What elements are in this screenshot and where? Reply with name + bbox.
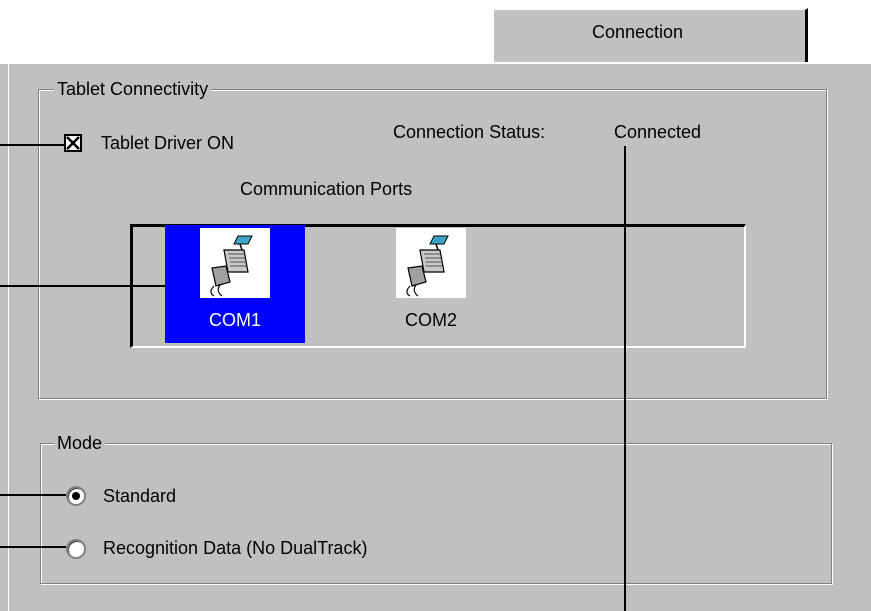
tablet-driver-checkbox[interactable]	[64, 134, 82, 152]
serial-cable-icon	[396, 228, 466, 298]
port-item-com1[interactable]: COM1	[165, 225, 305, 343]
checkmark-x-icon	[66, 136, 80, 150]
radio-selected-dot	[72, 492, 80, 500]
connection-status-label: Connection Status:	[393, 122, 546, 142]
recognition-data-radio[interactable]	[66, 539, 86, 559]
port-label-com1: COM1	[208, 310, 261, 330]
standard-radio[interactable]	[66, 486, 86, 506]
callout-line-ports	[0, 285, 165, 287]
tab-connection-label: Connection	[592, 22, 684, 42]
tablet-connectivity-legend: Tablet Connectivity	[54, 78, 212, 100]
standard-radio-label: Standard	[103, 486, 177, 506]
recognition-data-radio-label: Recognition Data (No DualTrack)	[103, 538, 368, 558]
serial-cable-icon	[200, 228, 270, 298]
communication-ports-label: Communication Ports	[240, 179, 413, 199]
mode-group	[40, 443, 832, 584]
callout-line-checkbox	[0, 144, 64, 146]
connection-status-value: Connected	[614, 122, 702, 142]
callout-line-standard	[0, 494, 66, 496]
mode-legend: Mode	[54, 432, 106, 454]
port-item-com2[interactable]: COM2	[361, 225, 501, 343]
tablet-driver-label: Tablet Driver ON	[101, 133, 235, 153]
callout-line-status	[624, 146, 626, 611]
callout-line-recognition	[0, 546, 66, 548]
port-label-com2: COM2	[404, 310, 457, 330]
